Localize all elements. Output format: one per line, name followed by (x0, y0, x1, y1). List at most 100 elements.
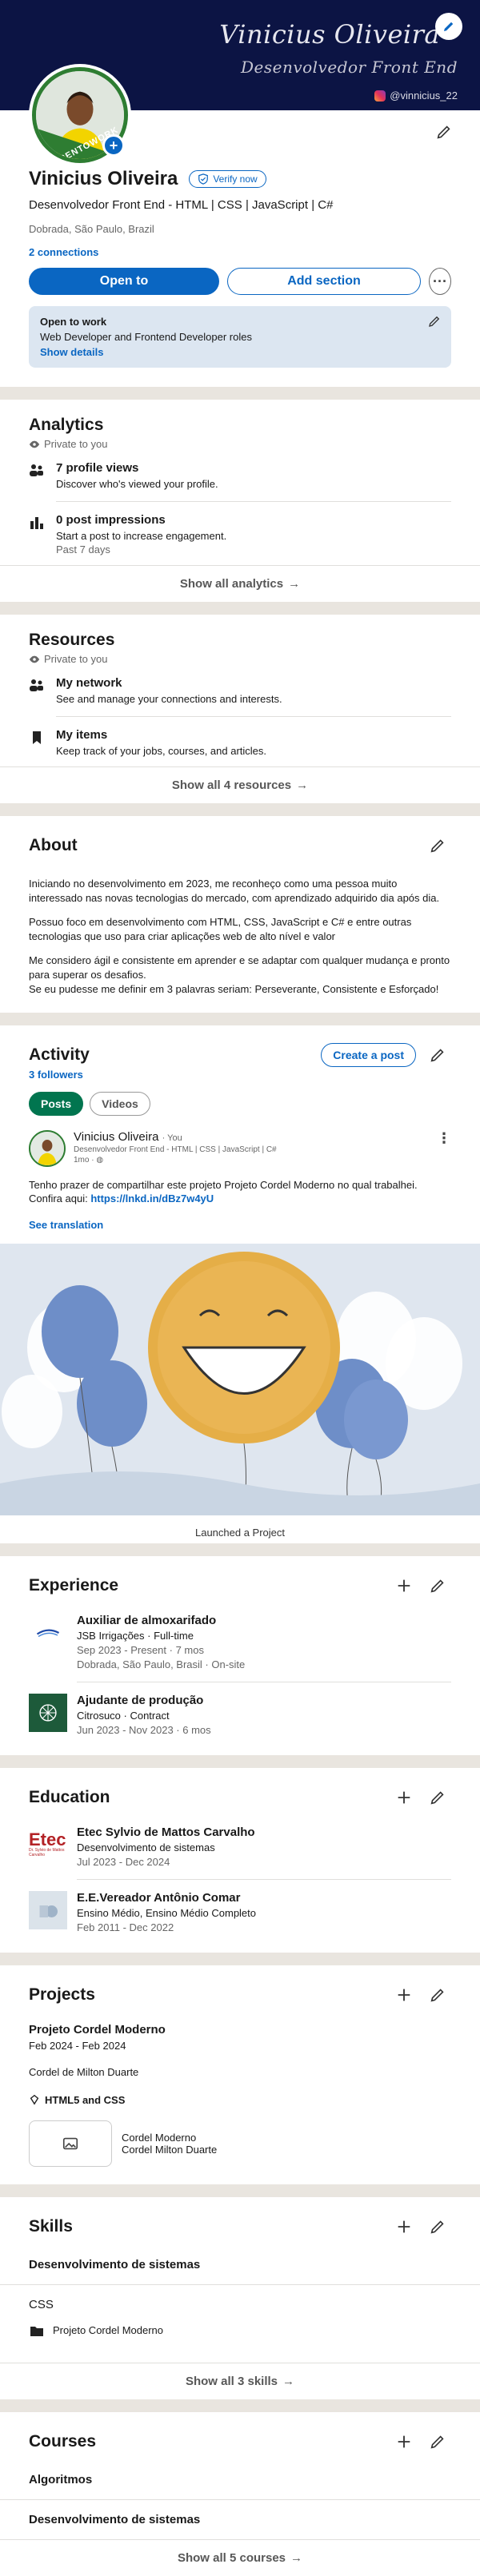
skill-name: CSS (29, 2297, 54, 2311)
pencil-icon (444, 22, 454, 31)
tab-videos[interactable]: Videos (90, 1091, 150, 1116)
edit-banner-button[interactable] (435, 13, 462, 40)
balloons-illustration (0, 1243, 480, 1515)
projects-card: Projects Projeto Cordel Moderno Feb 2024… (0, 1965, 480, 2184)
resources-card: Resources Private to you My network See … (0, 615, 480, 803)
edit-education-button[interactable] (424, 1784, 451, 1811)
edit-open-to-work-button[interactable] (427, 314, 442, 331)
about-title: About (29, 836, 78, 854)
edit-intro-button[interactable] (430, 118, 458, 145)
pencil-icon (430, 1048, 444, 1062)
course-item[interactable]: Desenvolvimento de sistemas (0, 2500, 480, 2539)
plus-icon (398, 1989, 410, 2001)
analytics-title: Analytics (29, 416, 104, 434)
edit-courses-button[interactable] (424, 2428, 451, 2455)
bar-chart-icon (30, 517, 43, 529)
post-more-button[interactable]: ⋮ (437, 1130, 451, 1147)
experience-dates: Jun 2023 - Nov 2023 · 6 mos (77, 1723, 211, 1736)
show-all-courses-button[interactable]: Show all 5 courses → (0, 2538, 480, 2576)
pencil-icon (430, 839, 444, 853)
shield-check-icon (198, 173, 209, 185)
experience-dates: Sep 2023 - Present · 7 mos (77, 1643, 204, 1656)
followers-link[interactable]: 3 followers (29, 1069, 451, 1081)
about-card: About Iniciando no desenvolvimento em 20… (0, 816, 480, 1013)
edit-projects-button[interactable] (424, 1981, 451, 2009)
resource-my-network[interactable]: My network See and manage your connectio… (29, 676, 451, 705)
analytics-profile-views[interactable]: 7 profile views Discover who's viewed yo… (29, 461, 451, 490)
analytics-post-impressions[interactable]: 0 post impressions Start a post to incre… (29, 513, 451, 555)
plus-icon (398, 1791, 410, 1803)
skill-project-text: Projeto Cordel Moderno (53, 2324, 164, 2337)
profile-card: Vinicius Oliveira Desenvolvedor Front En… (0, 0, 480, 387)
education-dates: Jul 2023 - Dec 2024 (77, 1855, 170, 1868)
show-all-analytics-button[interactable]: Show all analytics → (0, 565, 480, 602)
show-all-label: Show all 3 skills (185, 2374, 278, 2388)
show-all-resources-button[interactable]: Show all 4 resources → (0, 766, 480, 803)
skill-item[interactable]: Desenvolvimento de sistemas (0, 2245, 480, 2285)
post-link[interactable]: https://lnkd.in/dBz7w4yU (90, 1192, 214, 1204)
add-skill-button[interactable] (390, 2213, 418, 2240)
people-icon (30, 679, 43, 691)
show-details-link[interactable]: Show details (40, 346, 440, 358)
add-project-button[interactable] (390, 1981, 418, 2009)
add-course-button[interactable] (390, 2428, 418, 2455)
experience-item[interactable]: Ajudante de produção Citrosuco · Contrac… (29, 1682, 451, 1747)
project-media[interactable]: Cordel Moderno Cordel Milton Duarte (29, 2120, 451, 2167)
edit-skills-button[interactable] (424, 2213, 451, 2240)
school-placeholder-icon (39, 1905, 58, 1917)
experience-title-text: Ajudante de produção (77, 1693, 204, 1707)
see-translation-link[interactable]: See translation (29, 1219, 451, 1231)
more-actions-button[interactable]: ··· (429, 268, 451, 295)
skill-item[interactable]: CSS Projeto Cordel Moderno (0, 2285, 480, 2363)
create-post-button[interactable]: Create a post (321, 1042, 416, 1067)
pencil-icon (430, 2220, 444, 2234)
resource-my-items[interactable]: My items Keep track of your jobs, course… (29, 728, 451, 757)
post-image[interactable] (0, 1243, 480, 1515)
post-author[interactable]: Vinicius Oliveira (74, 1130, 158, 1144)
add-section-button[interactable]: Add section (227, 268, 421, 295)
activity-title: Activity (29, 1045, 90, 1064)
post-avatar[interactable] (29, 1129, 66, 1167)
profile-location: Dobrada, São Paulo, Brazil (29, 223, 154, 235)
analytics-item-title: 7 profile views (56, 461, 139, 475)
education-item[interactable]: Etec Dr. Sylvio de Mattos Carvalho Etec … (29, 1811, 451, 1879)
show-all-skills-button[interactable]: Show all 3 skills → (0, 2362, 480, 2399)
add-education-button[interactable] (390, 1784, 418, 1811)
school-logo: Etec Dr. Sylvio de Mattos Carvalho (29, 1825, 67, 1864)
skill-project: Projeto Cordel Moderno (29, 2323, 451, 2339)
experience-item[interactable]: Auxiliar de almoxarifado JSB Irrigações … (29, 1599, 451, 1682)
resource-item-title: My network (56, 676, 122, 690)
education-school: E.E.Vereador Antônio Comar (77, 1890, 241, 1905)
open-to-work-box[interactable]: Open to work Web Developer and Frontend … (29, 306, 451, 368)
verify-now-button[interactable]: Verify now (189, 170, 266, 188)
course-item[interactable]: Algoritmos (0, 2460, 480, 2500)
skill-name: Desenvolvimento de sistemas (29, 2257, 201, 2271)
tab-posts[interactable]: Posts (29, 1091, 84, 1116)
open-to-button[interactable]: Open to (29, 268, 219, 295)
add-experience-button[interactable] (390, 1572, 418, 1599)
connections-link[interactable]: 2 connections (29, 246, 451, 258)
show-all-label: Show all 5 courses (177, 2550, 286, 2565)
pencil-icon (430, 2435, 444, 2449)
eye-icon (29, 655, 40, 663)
analytics-item-title: 0 post impressions (56, 513, 166, 527)
show-all-label: Show all analytics (179, 577, 284, 591)
experience-card: Experience Auxiliar de almoxarifado JSB … (0, 1555, 480, 1755)
diamond-icon (30, 2095, 39, 2105)
edit-about-button[interactable] (424, 832, 451, 859)
profile-name: Vinicius Oliveira (29, 168, 178, 189)
private-label: Private to you (44, 438, 108, 450)
edit-experience-button[interactable] (424, 1572, 451, 1599)
experience-company: Citrosuco · Contract (77, 1709, 170, 1722)
edit-activity-button[interactable] (424, 1041, 451, 1069)
divider (56, 501, 451, 502)
post-you-label: · You (162, 1133, 182, 1143)
education-item[interactable]: E.E.Vereador Antônio Comar Ensino Médio,… (29, 1880, 451, 1945)
skills-card: Skills Desenvolvimento de sistemas CSS P… (0, 2196, 480, 2399)
pencil-icon (430, 1579, 444, 1593)
plus-icon (398, 1579, 410, 1591)
experience-title-text: Auxiliar de almoxarifado (77, 1613, 217, 1627)
resource-item-title: My items (56, 728, 108, 742)
instagram-icon (374, 90, 386, 102)
post-header: Vinicius Oliveira · You Desenvolvedor Fr… (29, 1129, 451, 1167)
